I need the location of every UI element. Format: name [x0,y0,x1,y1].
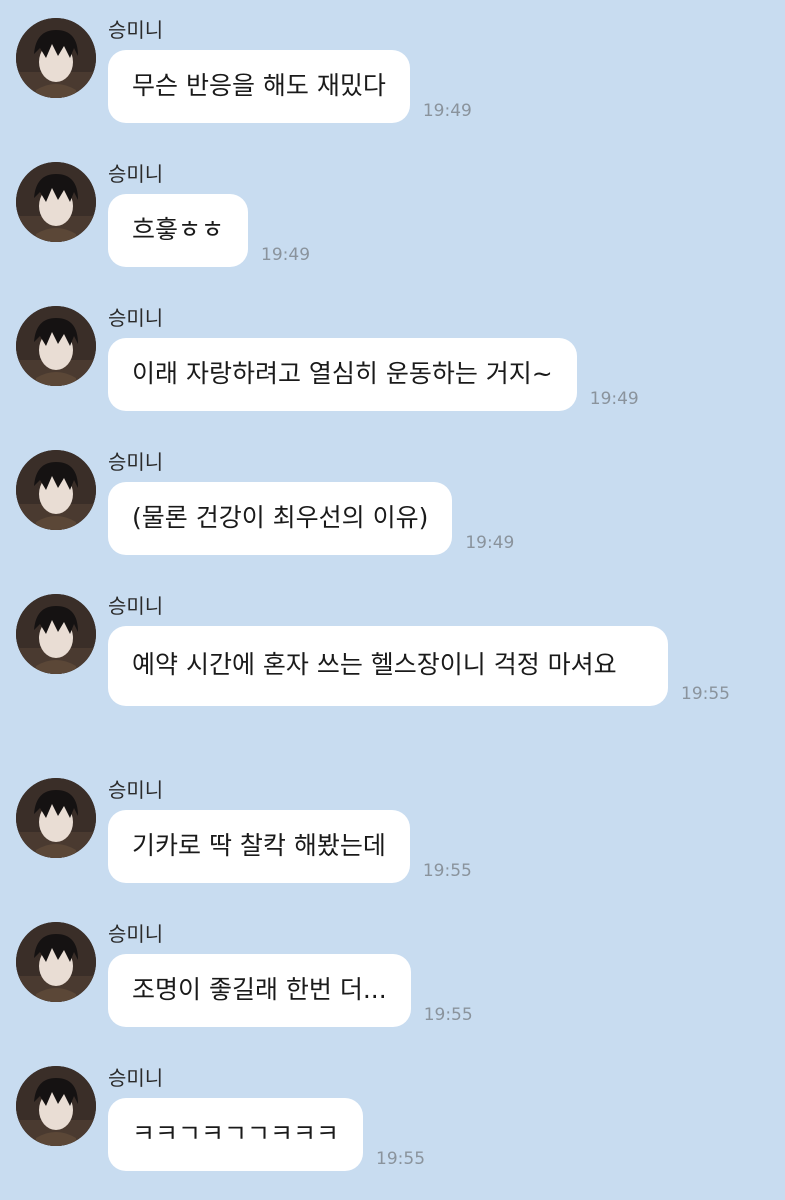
message-bubble[interactable]: 흐흫ㅎㅎ [108,194,249,267]
avatar[interactable] [16,594,96,674]
message-time: 19:49 [422,101,472,121]
message-time: 19:55 [681,684,730,704]
message-row: 조명이 좋길래 한번 더... 19:55 [108,954,473,1027]
message-row: (물론 건강이 최우선의 이유) 19:49 [108,482,514,555]
message-time: 19:55 [376,1149,426,1169]
profile-photo-icon [16,18,96,98]
message-time: 19:49 [465,533,515,553]
message-bubble[interactable]: ㅋㅋㄱㅋㄱㄱㅋㅋㅋ [108,1098,364,1171]
message-row: 기카로 딱 찰칵 해봤는데 19:55 [108,810,472,883]
profile-photo-icon [16,778,96,858]
sender-name: 승미니 [108,922,164,946]
profile-photo-icon [16,162,96,242]
profile-photo-icon [16,594,96,674]
message-bubble[interactable]: 기카로 딱 찰칵 해봤는데 [108,810,410,883]
sender-name: 승미니 [108,162,164,186]
avatar[interactable] [16,1066,96,1146]
sender-name: 승미니 [108,306,164,330]
profile-photo-icon [16,1066,96,1146]
message-bubble[interactable]: 예약 시간에 혼자 쓰는 헬스장이니 걱정 마셔요 [108,626,668,706]
message-bubble[interactable]: 조명이 좋길래 한번 더... [108,954,411,1027]
avatar[interactable] [16,306,96,386]
message-row: ㅋㅋㄱㅋㄱㄱㅋㅋㅋ 19:55 [108,1098,425,1171]
avatar[interactable] [16,922,96,1002]
avatar[interactable] [16,18,96,98]
message-bubble[interactable]: 이래 자랑하려고 열심히 운동하는 거지~ [108,338,577,411]
message-row: 무슨 반응을 해도 재밌다 19:49 [108,50,472,123]
sender-name: 승미니 [108,594,164,618]
avatar[interactable] [16,778,96,858]
chat-room: 승미니 무슨 반응을 해도 재밌다 19:49 승미니 흐흫ㅎㅎ 19:49 승… [0,0,785,1200]
message-bubble[interactable]: (물론 건강이 최우선의 이유) [108,482,453,555]
message-row: 흐흫ㅎㅎ 19:49 [108,194,310,267]
profile-photo-icon [16,306,96,386]
sender-name: 승미니 [108,18,164,42]
profile-photo-icon [16,450,96,530]
sender-name: 승미니 [108,450,164,474]
message-time: 19:55 [423,1005,473,1025]
sender-name: 승미니 [108,1066,164,1090]
sender-name: 승미니 [108,778,164,802]
message-time: 19:49 [589,389,639,409]
message-row: 이래 자랑하려고 열심히 운동하는 거지~ 19:49 [108,338,639,411]
message-time: 19:49 [261,245,311,265]
message-row: 예약 시간에 혼자 쓰는 헬스장이니 걱정 마셔요 19:55 [108,626,730,706]
message-time: 19:55 [422,861,472,881]
message-bubble[interactable]: 무슨 반응을 해도 재밌다 [108,50,410,123]
profile-photo-icon [16,922,96,1002]
avatar[interactable] [16,162,96,242]
avatar[interactable] [16,450,96,530]
